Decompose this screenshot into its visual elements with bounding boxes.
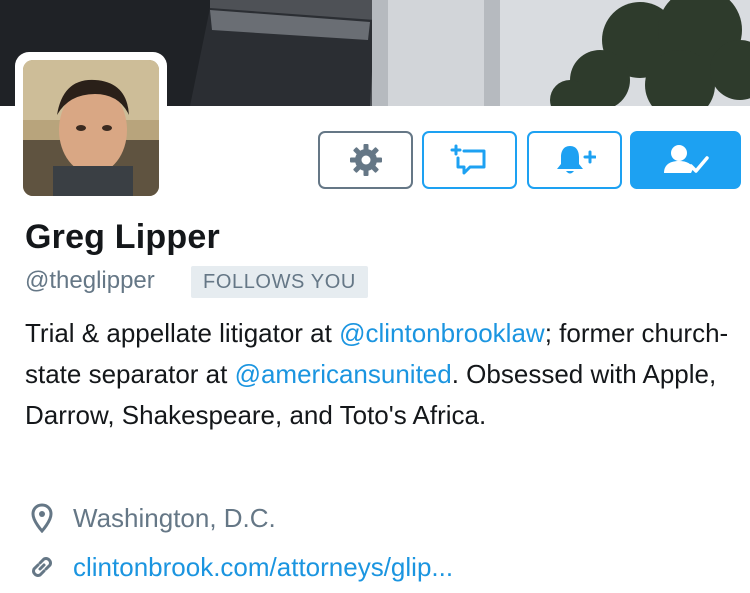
- map-pin-icon: [25, 501, 59, 535]
- settings-button[interactable]: [318, 131, 413, 189]
- follows-you-badge: FOLLOWS YOU: [191, 266, 368, 298]
- bio-mention-link[interactable]: @clintonbrooklaw: [339, 318, 545, 348]
- compose-reply-icon: [450, 144, 485, 175]
- person-check-icon: [663, 145, 709, 173]
- bio-mention-link[interactable]: @americansunited: [235, 359, 452, 389]
- bell-plus-icon: [556, 146, 596, 174]
- profile-handle[interactable]: @theglipper: [25, 267, 155, 295]
- profile-name: Greg Lipper: [25, 218, 220, 256]
- profile-website: clintonbrook.com/attorneys/glip...: [25, 550, 453, 584]
- profile-bio: Trial & appellate litigator at @clintonb…: [25, 313, 735, 436]
- link-icon: [25, 550, 59, 584]
- profile-location: Washington, D.C.: [25, 501, 276, 535]
- notifications-button[interactable]: [527, 131, 622, 189]
- website-link[interactable]: clintonbrook.com/attorneys/glip...: [73, 552, 453, 583]
- tweet-to-button[interactable]: [422, 131, 517, 189]
- avatar-photo: [23, 60, 159, 196]
- avatar-frame[interactable]: [15, 52, 167, 204]
- bio-text: Trial & appellate litigator at: [25, 318, 340, 348]
- following-button[interactable]: [630, 131, 741, 189]
- location-text: Washington, D.C.: [73, 502, 276, 533]
- avatar[interactable]: [23, 60, 159, 196]
- gear-icon: [349, 144, 382, 176]
